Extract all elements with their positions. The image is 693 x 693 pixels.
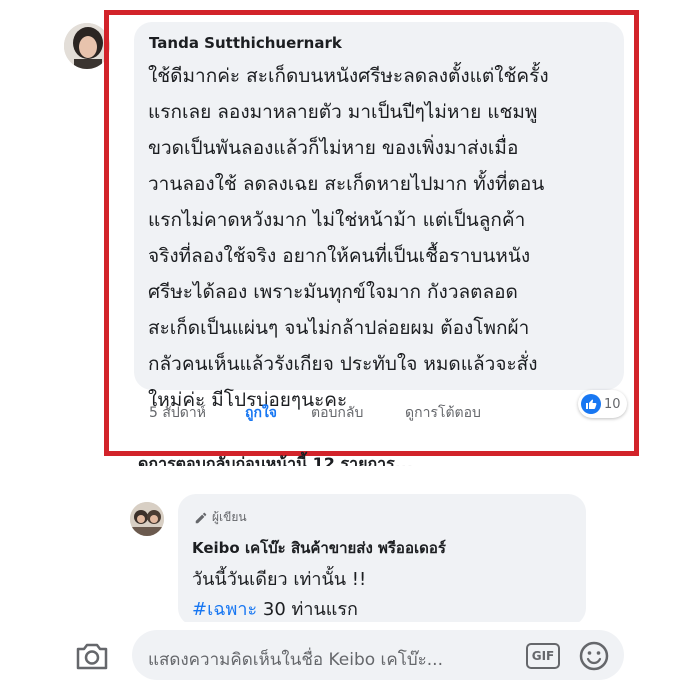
comment-line: ขวดเป็นพันลองแล้วก็ไม่หาย ของเพิ่งมาส่งเ…: [148, 137, 519, 159]
reply-button[interactable]: ตอบกลับ: [311, 402, 363, 424]
see-replies-button[interactable]: ดูการโต้ตอบ: [405, 402, 481, 424]
gif-icon[interactable]: GIF: [526, 643, 560, 669]
comment-line: จริงที่ลองใช้จริง อยากให้คนที่เป็นเชื้อร…: [148, 245, 531, 267]
comment-line: ใหม่ค่ะ มีโปรบ่อยๆนะคะ: [148, 389, 348, 411]
comment-input-placeholder: แสดงความคิดเห็นในชื่อ Keibo เคโบ๊ะ...: [148, 650, 443, 670]
comment-line: วานลองใช้ ลดลงเฉย สะเก็ดหายไปมาก ทั้งที่…: [148, 173, 545, 195]
reaction-count-badge[interactable]: 10: [578, 390, 627, 418]
comment-author[interactable]: Tanda Sutthichuernark: [149, 34, 342, 52]
page-avatar[interactable]: [130, 502, 164, 536]
reply-line: วันนี้วันเดียว เท่านั้น !!: [192, 569, 367, 590]
comment-line: ศรีษะได้ลอง เพราะมันทุกข์ใจมาก กังวลตลอด: [148, 281, 518, 303]
comment-time[interactable]: 5 สัปดาห์: [149, 402, 206, 424]
like-reaction-icon: [581, 394, 601, 414]
commenter-avatar[interactable]: [64, 23, 110, 69]
reply-author[interactable]: Keibo เคโบ๊ะ สินค้าขายส่ง พรีออเดอร์: [192, 536, 446, 560]
camera-icon[interactable]: [74, 640, 110, 676]
comment-line: สะเก็ดเป็นแผ่นๆ จนไม่กล้าปล่อยผม ต้องโพก…: [148, 317, 530, 339]
comment-line: แรกไม่คาดหวังมาก ไม่ใช่หน้าม้า แต่เป็นลู…: [148, 209, 526, 231]
comment-line: กลัวคนเห็นแล้วรังเกียจ ประทับใจ หมดแล้วจ…: [148, 353, 538, 375]
comment-line: ใช้ดีมากค่ะ สะเก็ดบนหนังศรีษะลดลงตั้งแต่…: [148, 65, 549, 87]
comment-text: ใช้ดีมากค่ะ สะเก็ดบนหนังศรีษะลดลงตั้งแต่…: [148, 58, 618, 418]
emoji-icon[interactable]: [578, 640, 610, 676]
comment-line: แรกเลย ลองมาหลายตัว มาเป็นปีๆไม่หาย แชมพ…: [148, 101, 538, 123]
like-button[interactable]: ถูกใจ: [245, 402, 277, 424]
pen-icon: [194, 511, 208, 525]
author-badge-label: ผู้เขียน: [212, 510, 247, 524]
reaction-count: 10: [604, 396, 621, 412]
previous-replies-link[interactable]: ดูการตอบกลับก่อนหน้านี้ 12 รายการ...: [138, 449, 413, 466]
reply-line: #เฉพาะ 30 ท่านแรก: [192, 594, 358, 623]
author-badge: ผู้เขียน: [194, 508, 247, 527]
reply-line-rest: 30 ท่านแรก: [257, 599, 358, 620]
hashtag-link[interactable]: #เฉพาะ: [192, 599, 257, 620]
